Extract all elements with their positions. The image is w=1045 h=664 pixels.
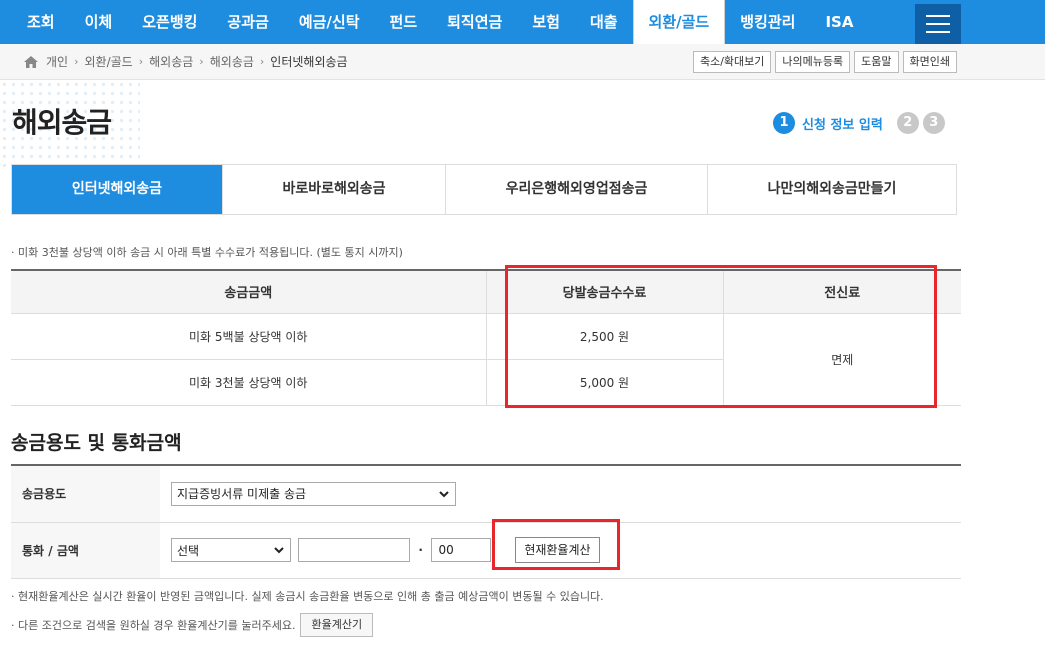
realtime-rate-note: · 현재환율계산은 실시간 환율이 반영된 금액입니다. 실제 송금시 송금환율… [11,588,604,604]
telegraph-fee-cell: 면제 [722,313,961,406]
decimal-separator: · [418,543,423,557]
calculator-note: · 다른 조건으로 검색을 원하실 경우 환율계산기를 눌러주세요. 환율계산기 [11,613,374,637]
nav-item-isa[interactable]: ISA [810,0,868,44]
step-1-badge: 1 [773,112,795,134]
nav-item-deposit-trust[interactable]: 예금/신탁 [284,0,375,44]
breadcrumb-overseas-remittance[interactable]: 해외송금 [149,53,193,70]
menu-line [926,31,950,33]
add-my-menu-button[interactable]: 나의메뉴등록 [775,51,851,73]
nav-item-loan[interactable]: 대출 [575,0,633,44]
form-row-currency: 통화 / 금액 선택 · 00 현재환율계산 [11,522,961,579]
amount-decimal-input[interactable]: 00 [431,538,492,562]
step-indicator: 1 신청 정보 입력 2 3 [773,112,945,134]
purpose-cell: 지급증빙서류 미제출 송금 [160,465,961,523]
hamburger-menu-button[interactable] [915,4,961,44]
currency-label: 통화 / 금액 [11,522,160,579]
amount-cell: 미화 3천불 상당액 이하 [11,359,486,406]
breadcrumb-internet-remittance: 인터넷해외송금 [270,55,348,69]
chevron-right-icon: › [259,55,265,68]
nav-item-open-banking[interactable]: 오픈뱅킹 [127,0,212,44]
home-icon[interactable] [24,55,38,68]
nav-item-fund[interactable]: 펀드 [375,0,433,44]
breadcrumb-bar: 개인 › 외환/골드 › 해외송금 › 해외송금 › 인터넷해외송금 축소/확대… [0,44,1045,80]
breadcrumb: 개인 › 외환/골드 › 해외송금 › 해외송금 › 인터넷해외송금 [24,53,348,70]
step-1-label: 신청 정보 입력 [802,117,883,133]
tab-overseas-branch-remittance[interactable]: 우리은행해외영업점송금 [445,165,707,214]
tab-my-remittance[interactable]: 나만의해외송금만들기 [707,165,956,214]
breadcrumb-overseas-remittance-sub[interactable]: 해외송금 [210,53,254,70]
nav-item-banking-management[interactable]: 뱅킹관리 [725,0,810,44]
tab-internet-remittance[interactable]: 인터넷해외송금 [12,165,222,214]
nav-item-insurance[interactable]: 보험 [517,0,575,44]
form-row-purpose: 송금용도 지급증빙서류 미제출 송금 [11,465,961,523]
fee-note: · 미화 3천불 상당액 이하 송금 시 아래 특별 수수료가 적용됩니다. (… [11,244,403,260]
amount-integer-input[interactable] [297,538,410,562]
chevron-right-icon: › [199,55,204,68]
nav-item-transfer[interactable]: 이체 [70,0,128,44]
nav-item-forex-gold[interactable]: 외환/골드 [632,0,726,44]
purpose-label: 송금용도 [11,465,160,523]
menu-line [926,23,950,25]
table-row: 미화 5백불 상당액 이하 2,500 원 면제 [11,313,961,406]
chevron-down-icon [439,491,449,498]
section-title: 송금용도 및 통화금액 [11,432,182,454]
currency-select[interactable]: 선택 [171,538,291,562]
menu-line [926,15,950,17]
tab-quick-remittance[interactable]: 바로바로해외송금 [222,165,445,214]
help-button[interactable]: 도움말 [854,51,899,73]
bullet: · [11,246,18,259]
breadcrumb-personal[interactable]: 개인 [46,53,68,70]
nav-item-inquiry[interactable]: 조회 [12,0,70,44]
utility-buttons: 축소/확대보기 나의메뉴등록 도움말 화면인쇄 [692,51,957,73]
col-fee-header: 당발송금수수료 [485,270,723,314]
step-3-badge: 3 [922,112,945,134]
amount-cell: 미화 5백불 상당액 이하 [11,313,486,360]
fee-note-text: 미화 3천불 상당액 이하 송금 시 아래 특별 수수료가 적용됩니다. (별도… [18,246,403,259]
bullet: · [11,618,18,632]
chevron-right-icon: › [74,55,79,68]
table-header-row: 송금금액 당발송금수수료 전신료 [11,270,961,314]
fee-table: 송금금액 당발송금수수료 전신료 미화 5백불 상당액 이하 2,500 원 면… [11,269,961,406]
zoom-button[interactable]: 축소/확대보기 [692,51,772,73]
nav-item-utility-bills[interactable]: 공과금 [212,0,283,44]
remittance-form: 송금용도 지급증빙서류 미제출 송금 통화 / 금액 선택 · 00 현재환율계… [11,464,961,579]
bullet: · [11,590,18,603]
print-button[interactable]: 화면인쇄 [902,51,957,73]
col-amount-header: 송금금액 [11,270,486,314]
page-title: 해외송금 [12,106,112,139]
chevron-down-icon [274,547,284,554]
nav-item-pension[interactable]: 퇴직연금 [432,0,517,44]
top-navigation: 조회 이체 오픈뱅킹 공과금 예금/신탁 펀드 퇴직연금 보험 대출 외환/골드… [0,0,1045,44]
purpose-select[interactable]: 지급증빙서류 미제출 송금 [171,481,456,506]
currency-select-value: 선택 [177,543,200,558]
step-2-badge: 2 [896,112,919,134]
col-telegraph-header: 전신료 [722,270,961,314]
currency-cell: 선택 · 00 현재환율계산 [160,522,961,579]
fee-cell: 5,000 원 [485,359,723,406]
realtime-rate-note-text: 현재환율계산은 실시간 환율이 반영된 금액입니다. 실제 송금시 송금환율 변… [18,590,604,603]
breadcrumb-forex-gold[interactable]: 외환/골드 [85,53,133,70]
current-rate-calc-button[interactable]: 현재환율계산 [515,537,600,563]
chevron-right-icon: › [138,55,144,68]
remittance-tabs: 인터넷해외송금 바로바로해외송금 우리은행해외영업점송금 나만의해외송금만들기 [11,164,957,215]
rate-calculator-button[interactable]: 환율계산기 [300,613,374,637]
purpose-select-value: 지급증빙서류 미제출 송금 [177,487,307,502]
fee-cell: 2,500 원 [485,313,723,360]
calculator-note-text: 다른 조건으로 검색을 원하실 경우 환율계산기를 눌러주세요. [18,619,296,632]
